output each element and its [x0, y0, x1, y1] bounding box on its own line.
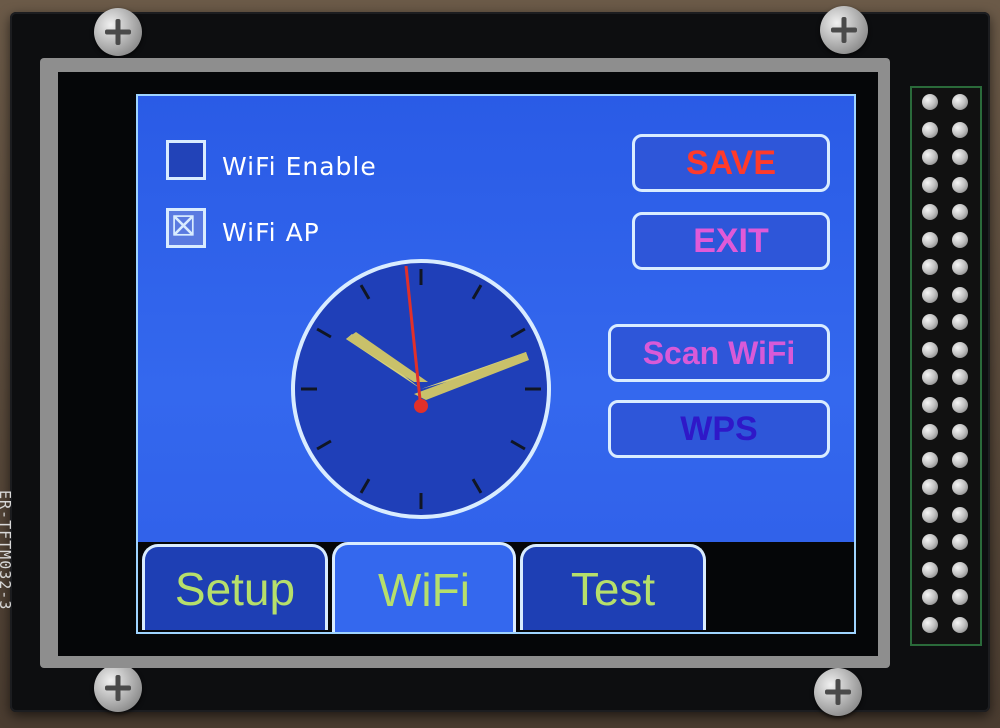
header-pin	[922, 589, 938, 605]
header-pin	[952, 506, 968, 523]
screw-top-left	[94, 8, 142, 56]
header-pin	[922, 534, 938, 550]
header-pin	[922, 479, 938, 495]
header-pin	[952, 286, 968, 303]
screw-top-right	[820, 6, 868, 54]
header-pin	[952, 204, 968, 220]
header-pin	[922, 341, 938, 358]
header-pin	[922, 369, 938, 385]
header-pin	[922, 94, 938, 110]
wps-button[interactable]: WPS	[608, 400, 830, 458]
header-pin	[922, 451, 938, 468]
header-pin	[922, 176, 938, 193]
screw-bottom-left	[94, 664, 142, 712]
clock-center-pin	[414, 399, 428, 413]
header-pin	[952, 424, 968, 440]
tab-wifi[interactable]: WiFi	[332, 542, 516, 632]
header-pin	[952, 616, 968, 633]
header-pin	[952, 561, 968, 578]
scan-wifi-button[interactable]: Scan WiFi	[608, 324, 830, 382]
header-pin	[922, 204, 938, 220]
analog-clock	[291, 259, 551, 519]
tab-test[interactable]: Test	[520, 544, 706, 630]
header-pin	[952, 341, 968, 358]
header-pin	[952, 121, 968, 138]
header-pin	[922, 314, 938, 330]
header-pin	[922, 231, 938, 248]
header-pin	[952, 314, 968, 330]
header-pin	[952, 259, 968, 275]
exit-button[interactable]: EXIT	[632, 212, 830, 270]
header-pin	[952, 534, 968, 550]
wifi-enable-label: WiFi Enable	[222, 152, 377, 181]
header-pin	[952, 589, 968, 605]
header-pin	[952, 369, 968, 385]
header-pin	[922, 616, 938, 633]
header-pin	[952, 396, 968, 413]
header-pin	[922, 396, 938, 413]
header-pin	[922, 259, 938, 275]
header-pin	[952, 149, 968, 165]
header-pin	[952, 94, 968, 110]
checkmark-x-icon	[173, 215, 194, 236]
lcd-screen: WiFi Enable WiFi AP SAVE EXIT Scan WiFi …	[136, 94, 856, 634]
header-pin	[922, 424, 938, 440]
pcb-model-label: ER-TFTM032-3	[0, 490, 14, 611]
header-pin	[952, 231, 968, 248]
header-pin	[922, 121, 938, 138]
header-pin	[922, 149, 938, 165]
pin-header	[910, 86, 982, 646]
screw-bottom-right	[814, 668, 862, 716]
wifi-ap-checkbox[interactable]	[166, 208, 206, 248]
wifi-ap-label: WiFi AP	[222, 218, 320, 247]
tab-setup[interactable]: Setup	[142, 544, 328, 630]
header-pin	[922, 286, 938, 303]
header-pin	[952, 451, 968, 468]
save-button[interactable]: SAVE	[632, 134, 830, 192]
header-pin	[922, 506, 938, 523]
header-pin	[952, 479, 968, 495]
header-pin	[922, 561, 938, 578]
header-pin	[952, 176, 968, 193]
wifi-enable-checkbox[interactable]	[166, 140, 206, 180]
